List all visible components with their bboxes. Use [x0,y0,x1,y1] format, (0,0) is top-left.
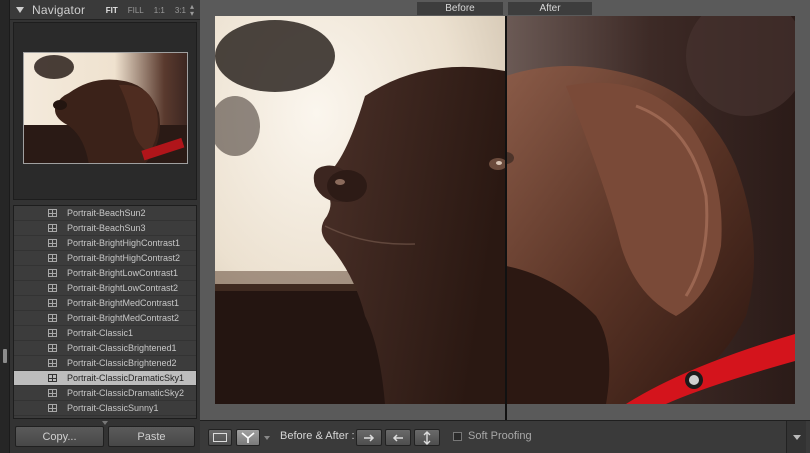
loupe-view-icon [213,433,227,442]
before-after-view-button[interactable] [236,429,260,446]
preset-item[interactable]: Portrait-ClassicSunny1 [14,401,196,416]
collapse-triangle-icon[interactable] [16,6,24,13]
before-after-label: Before & After : [280,430,355,442]
preset-icon [48,299,57,307]
navigator-thumbnail[interactable] [23,52,188,164]
presets-list[interactable]: Portrait-BeachSun2 Portrait-BeachSun3 Port… [13,205,197,419]
left-panel-edge[interactable] [0,0,10,453]
preset-item[interactable]: Portrait-BrightMedContrast1 [14,296,196,311]
preset-item[interactable]: Portrait-BeachSun2 [14,206,196,221]
preset-icon [48,374,57,382]
preset-label: Portrait-ClassicDramaticSky1 [67,373,185,383]
preset-label: Portrait-BrightHighContrast1 [67,238,181,248]
before-image[interactable] [215,16,505,404]
preset-icon [48,239,57,247]
preset-icon [48,209,57,217]
preset-label: Portrait-BrightLowContrast1 [67,268,179,278]
preset-label: Portrait-BrightLowContrast2 [67,283,179,293]
swap-icon [423,430,431,445]
preset-icon [48,314,57,322]
preset-item[interactable]: Portrait-ClassicBrightened1 [14,341,196,356]
chevron-down-icon [793,435,801,440]
view-mode-dropdown-icon[interactable] [264,436,270,440]
after-label: After [508,2,592,15]
copy-before-to-after-button[interactable] [356,429,382,446]
after-photo [506,16,795,404]
zoom-stepper-icon[interactable]: ▴ ▾ [190,3,194,18]
preset-item[interactable]: Portrait-ClassicBrightened2 [14,356,196,371]
zoom-fill[interactable]: FILL [128,6,144,15]
preset-label: Portrait-BeachSun2 [67,208,146,218]
preset-item[interactable]: Portrait-BrightMedContrast2 [14,311,196,326]
navigator-image [24,53,187,163]
navigator-preview[interactable] [13,22,197,200]
swap-before-after-button[interactable] [414,429,440,446]
preset-label: Portrait-BrightHighContrast2 [67,253,181,263]
after-image[interactable] [506,16,795,404]
list-scroll-down-icon[interactable] [102,421,108,425]
compare-view: Before After [200,0,810,420]
before-photo [215,16,505,404]
zoom-1-1[interactable]: 1:1 [154,6,165,15]
arrow-left-icon [392,433,403,442]
preset-icon [48,404,57,412]
preset-item[interactable]: Portrait-BrightLowContrast2 [14,281,196,296]
before-label: Before [417,2,503,15]
soft-proofing-checkbox[interactable] [453,432,462,441]
before-after-icon [241,431,255,443]
copy-button[interactable]: Copy... [15,426,104,447]
navigator-title: Navigator [32,2,86,17]
preset-item[interactable]: Portrait-BrightHighContrast2 [14,251,196,266]
preset-icon [48,359,57,367]
preset-item[interactable]: Portrait-BrightHighContrast1 [14,236,196,251]
navigator-header[interactable]: Navigator FIT FILL 1:1 3:1 ▴ ▾ [10,0,200,20]
soft-proofing-label: Soft Proofing [468,430,532,442]
arrow-right-icon [364,433,375,442]
preset-icon [48,389,57,397]
preset-label: Portrait-BrightMedContrast2 [67,313,180,323]
bottom-toolbar: Before & After : Soft Proofing [200,420,810,453]
preset-icon [48,269,57,277]
paste-button[interactable]: Paste [108,426,195,447]
preset-icon [48,254,57,262]
navigator-zoom-options: FIT FILL 1:1 3:1 ▴ ▾ [106,0,194,20]
preset-item[interactable]: Portrait-Classic1 [14,326,196,341]
preset-icon [48,329,57,337]
preset-label: Portrait-Classic1 [67,328,134,338]
zoom-fit[interactable]: FIT [106,6,118,15]
preset-label: Portrait-BeachSun3 [67,223,146,233]
preset-label: Portrait-ClassicBrightened2 [67,358,177,368]
preset-icon [48,224,57,232]
preset-item[interactable]: Portrait-ClassicDramaticSky1 [14,371,196,386]
preset-label: Portrait-ClassicDramaticSky2 [67,388,185,398]
preset-icon [48,284,57,292]
preset-item[interactable]: Portrait-BrightLowContrast1 [14,266,196,281]
zoom-3-1[interactable]: 3:1 [175,6,186,15]
split-divider[interactable] [505,16,507,420]
preset-label: Portrait-ClassicBrightened1 [67,343,177,353]
panel-resize-grip[interactable] [3,349,7,363]
preset-label: Portrait-BrightMedContrast1 [67,298,180,308]
preset-item[interactable]: Portrait-BeachSun3 [14,221,196,236]
preset-label: Portrait-ClassicSunny1 [67,403,159,413]
loupe-view-button[interactable] [208,429,232,446]
preset-item[interactable]: Portrait-ClassicDramaticSky2 [14,386,196,401]
preset-icon [48,344,57,352]
toolbar-menu-button[interactable] [786,421,806,453]
copy-after-to-before-button[interactable] [385,429,411,446]
